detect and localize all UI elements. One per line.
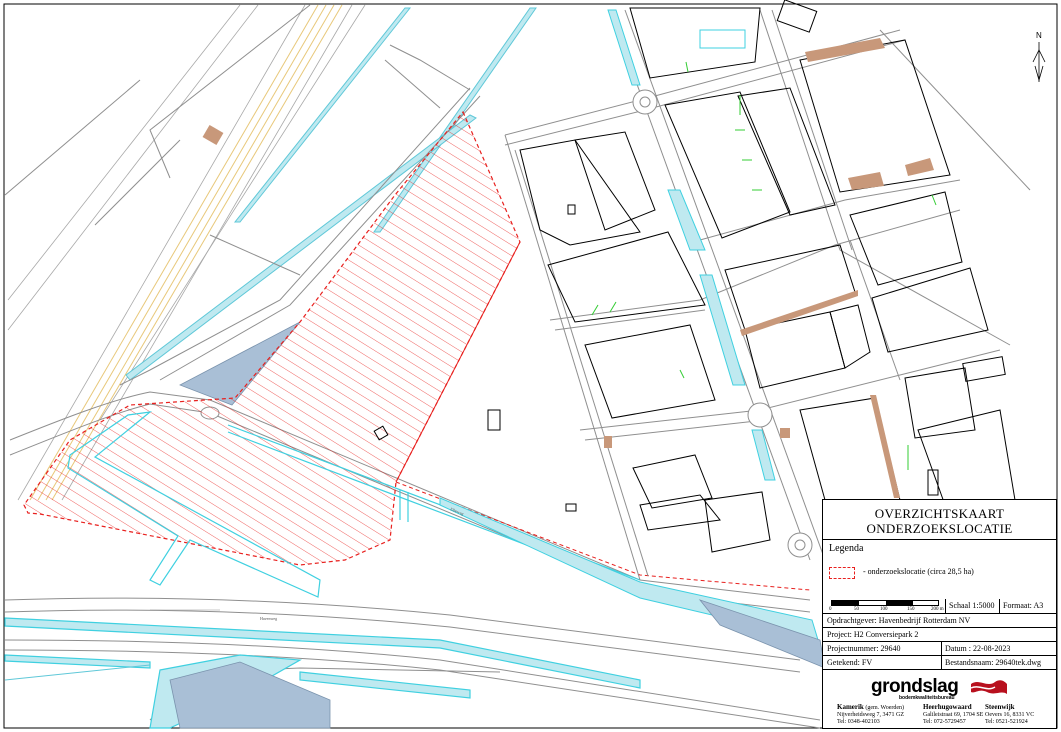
company-logo-flag-icon	[970, 680, 1007, 694]
project-row: Project: H2 Conversiepark 2	[823, 627, 1056, 642]
project-number-text: Projectnummer: 29640	[827, 644, 901, 653]
legend-item-study-area: - onderzoekslocatie (circa 28,5 ha)	[863, 567, 974, 576]
number-date-row: Projectnummer: 29640 Datum : 22-08-2023	[823, 641, 1056, 670]
road-label-2: Havenweg	[260, 616, 277, 621]
client-row: Opdrachtgever: Havenbedrijf Rotterdam NV	[823, 613, 1056, 628]
title-block: OVERZICHTSKAART ONDERZOEKSLOCATIE Legend…	[822, 499, 1057, 729]
north-arrow	[1032, 42, 1046, 82]
building-small-center	[487, 409, 501, 431]
north-label: N	[1036, 31, 1042, 40]
office-heerhugowaard: Heerhugowaard Galileistraat 69, 1704 SE …	[923, 703, 984, 726]
scale-text: Schaal 1:5000	[949, 601, 995, 610]
client-text: Opdrachtgever: Havenbedrijf Rotterdam NV	[827, 616, 971, 625]
station-platform	[202, 124, 224, 146]
map-title-line2: ONDERZOEKSLOCATIE	[866, 521, 1013, 536]
map-title-line1: OVERZICHTSKAART	[874, 506, 1005, 521]
legend-heading: Legenda	[829, 543, 864, 554]
drawn-file-row: Getekend: FV Bestandsnaam: 29640tek.dwg	[823, 655, 1056, 670]
map-title: OVERZICHTSKAART ONDERZOEKSLOCATIE	[823, 500, 1056, 540]
project-text: Project: H2 Conversiepark 2	[827, 630, 919, 639]
format-text: Formaat: A3	[1003, 601, 1044, 610]
file-name-text: Bestandsnaam: 29640tek.dwg	[945, 658, 1041, 667]
logo-row-divider	[823, 669, 1056, 670]
legend-swatch-study-area	[829, 567, 855, 579]
office-steenwijk: Steenwijk Oevers 16, 8331 VC Tel: 0521-5…	[985, 703, 1035, 726]
company-logo-subtitle: bodemkwaliteitsbureau	[899, 695, 955, 701]
drawn-by-text: Getekend: FV	[827, 658, 873, 667]
date-text: Datum : 22-08-2023	[945, 644, 1011, 653]
map-sheet: Elbeweg Havenweg N OVERZICHTSKAART ONDER…	[0, 0, 1061, 732]
canal-south-long	[439, 497, 819, 641]
office-kamerik: Kamerik (gem. Woerden) Nijverheidsweg 7,…	[837, 703, 905, 726]
building-small-south	[565, 503, 577, 512]
roundabout-middle	[747, 402, 773, 428]
scale-row: Schaal 1:5000 Formaat: A3	[823, 599, 1056, 613]
road-network-east	[504, 9, 1031, 581]
